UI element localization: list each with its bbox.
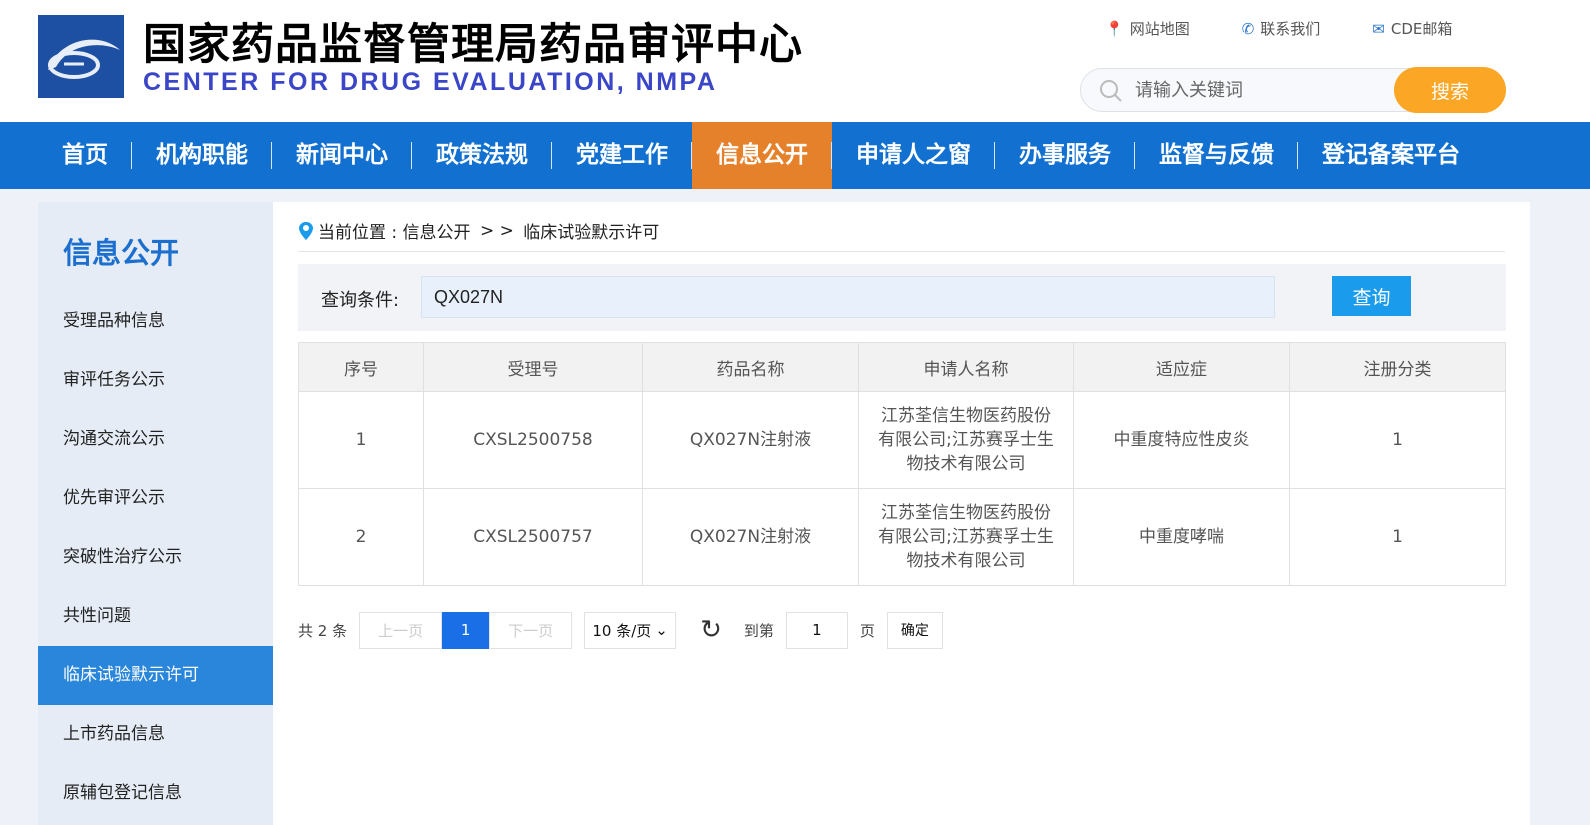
cde-logo[interactable] <box>38 15 124 98</box>
chevron-down-icon: ⌄ <box>655 621 668 639</box>
col-header: 药品名称 <box>642 342 859 392</box>
nav-home[interactable]: 首页 <box>38 122 132 189</box>
cell-indication: 中重度特应性皮炎 <box>1073 391 1290 489</box>
cell-applicant: 江苏荃信生物医药股份有限公司;江苏赛孚士生物技术有限公司 <box>858 488 1074 586</box>
breadcrumb-current: 临床试验默示许可 <box>523 223 660 243</box>
table-header: 序号 受理号 药品名称 申请人名称 适应症 注册分类 <box>298 342 1506 392</box>
main-nav: 首页 机构职能 新闻中心 政策法规 党建工作 信息公开 申请人之窗 办事服务 监… <box>0 122 1590 189</box>
cell-indication: 中重度哮喘 <box>1073 488 1290 586</box>
search-icon <box>1100 80 1122 102</box>
search-input[interactable] <box>1135 77 1385 103</box>
nav-registration[interactable]: 登记备案平台 <box>1298 122 1484 189</box>
total-count: 共 2 条 <box>298 621 348 640</box>
nav-policy[interactable]: 政策法规 <box>412 122 552 189</box>
cell-acceptance-no: CXSL2500757 <box>423 488 643 586</box>
main-content: 当前位置 : 信息公开 > > 临床试验默示许可 查询条件: 查询 序号 受理号… <box>273 202 1530 825</box>
search-button[interactable]: 搜索 <box>1394 67 1506 113</box>
cell-index: 1 <box>298 391 424 489</box>
email-link[interactable]: ✉ CDE邮箱 <box>1372 18 1452 39</box>
sitemap-link[interactable]: 📍 网站地图 <box>1105 18 1190 39</box>
query-label: 查询条件: <box>321 290 400 311</box>
refresh-icon[interactable]: ↻ <box>700 615 722 645</box>
location-pin-icon: 📍 <box>1105 19 1124 38</box>
sidebar-item[interactable]: 共性问题 <box>38 587 273 646</box>
cell-acceptance-no: CXSL2500758 <box>423 391 643 489</box>
sidebar: 信息公开 受理品种信息 审评任务公示 沟通交流公示 优先审评公示 突破性治疗公示… <box>38 202 273 825</box>
query-input[interactable] <box>421 276 1275 318</box>
col-header: 序号 <box>298 342 424 392</box>
nav-info-disclosure[interactable]: 信息公开 <box>692 122 832 189</box>
table-row[interactable]: 1 CXSL2500758 QX027N注射液 江苏荃信生物医药股份有限公司;江… <box>298 391 1506 489</box>
breadcrumb: 当前位置 : 信息公开 > > 临床试验默示许可 <box>298 218 659 243</box>
breadcrumb-parent[interactable]: 当前位置 : 信息公开 <box>318 218 471 243</box>
goto-page-input[interactable]: 1 <box>785 611 848 649</box>
sidebar-title: 信息公开 <box>63 236 180 270</box>
sidebar-item-active[interactable]: 临床试验默示许可 <box>38 646 273 705</box>
nav-functions[interactable]: 机构职能 <box>132 122 272 189</box>
site-title: 国家药品监督管理局药品审评中心 <box>143 20 803 70</box>
sidebar-item[interactable]: 受理品种信息 <box>38 292 273 351</box>
page-unit-label: 页 <box>859 621 875 640</box>
cell-category: 1 <box>1289 488 1506 586</box>
col-header: 适应症 <box>1073 342 1290 392</box>
goto-label: 到第 <box>743 621 774 640</box>
col-header: 受理号 <box>423 342 643 392</box>
phone-icon: ✆ <box>1241 19 1255 38</box>
mail-icon: ✉ <box>1372 19 1385 38</box>
next-page-button[interactable]: 下一页 <box>489 611 573 649</box>
sidebar-item[interactable]: 沟通交流公示 <box>38 410 273 469</box>
site-subtitle: CENTER FOR DRUG EVALUATION, NMPA <box>143 68 718 96</box>
sidebar-item[interactable]: 审评任务公示 <box>38 351 273 410</box>
header: 国家药品监督管理局药品审评中心 CENTER FOR DRUG EVALUATI… <box>0 0 1590 122</box>
col-header: 注册分类 <box>1289 342 1506 392</box>
cell-drug-name: QX027N注射液 <box>642 488 859 586</box>
cell-drug-name: QX027N注射液 <box>642 391 859 489</box>
results-table: 序号 受理号 药品名称 申请人名称 适应症 注册分类 1 CXSL2500758… <box>298 342 1506 586</box>
query-bar: 查询条件: 查询 <box>298 264 1506 331</box>
nav-news[interactable]: 新闻中心 <box>272 122 412 189</box>
nav-services[interactable]: 办事服务 <box>995 122 1135 189</box>
cell-applicant: 江苏荃信生物医药股份有限公司;江苏赛孚士生物技术有限公司 <box>858 391 1074 489</box>
breadcrumb-separator: > > <box>474 220 520 241</box>
sidebar-item[interactable]: 原辅包登记信息 <box>38 764 273 823</box>
col-header: 申请人名称 <box>858 342 1074 392</box>
contact-link[interactable]: ✆ 联系我们 <box>1242 18 1321 39</box>
sidebar-item[interactable]: 突破性治疗公示 <box>38 528 273 587</box>
prev-page-button[interactable]: 上一页 <box>359 611 443 649</box>
sidebar-item[interactable]: 上市药品信息 <box>38 705 273 764</box>
cell-index: 2 <box>298 488 424 586</box>
page-1-button[interactable]: 1 <box>442 611 490 649</box>
site-search: 搜索 <box>1080 67 1506 113</box>
sidebar-item[interactable]: 优先审评公示 <box>38 469 273 528</box>
table-row[interactable]: 2 CXSL2500757 QX027N注射液 江苏荃信生物医药股份有限公司;江… <box>298 488 1506 586</box>
page-size-select[interactable]: 10 条/页 ⌄ <box>584 611 677 649</box>
nav-applicant[interactable]: 申请人之窗 <box>832 122 995 189</box>
divider <box>298 251 1505 252</box>
nav-feedback[interactable]: 监督与反馈 <box>1135 122 1298 189</box>
confirm-button[interactable]: 确定 <box>886 611 943 649</box>
nav-party[interactable]: 党建工作 <box>552 122 692 189</box>
query-button[interactable]: 查询 <box>1332 276 1411 316</box>
pagination: 共 2 条 上一页 1 下一页 10 条/页 ⌄ ↻ 到第 1 页 确定 <box>298 611 943 649</box>
cell-category: 1 <box>1289 391 1506 489</box>
location-pin-icon <box>299 221 313 240</box>
